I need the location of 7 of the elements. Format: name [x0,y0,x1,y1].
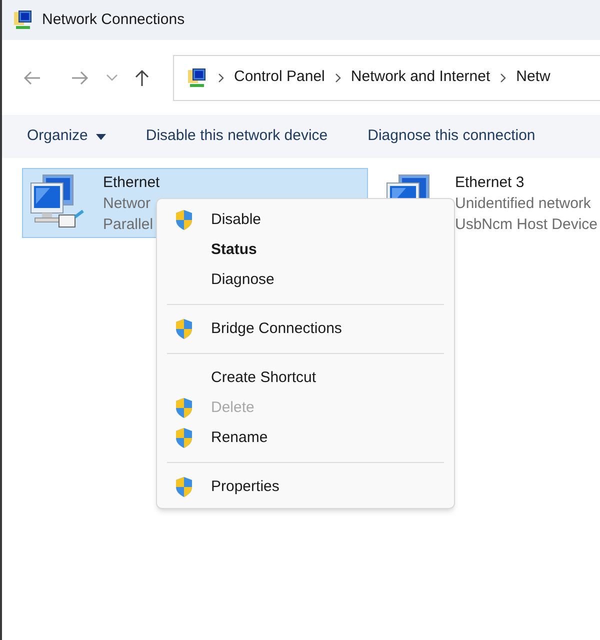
device-name: Parallel [103,214,154,234]
connection-status: Networ [103,194,152,214]
window-title: Network Connections [42,10,185,30]
connection-status: Unidentified network [455,194,592,214]
device-name: UsbNcm Host Device [455,214,598,234]
connection-name: Ethernet 3 [455,172,526,192]
connection-name: Ethernet [103,172,160,192]
